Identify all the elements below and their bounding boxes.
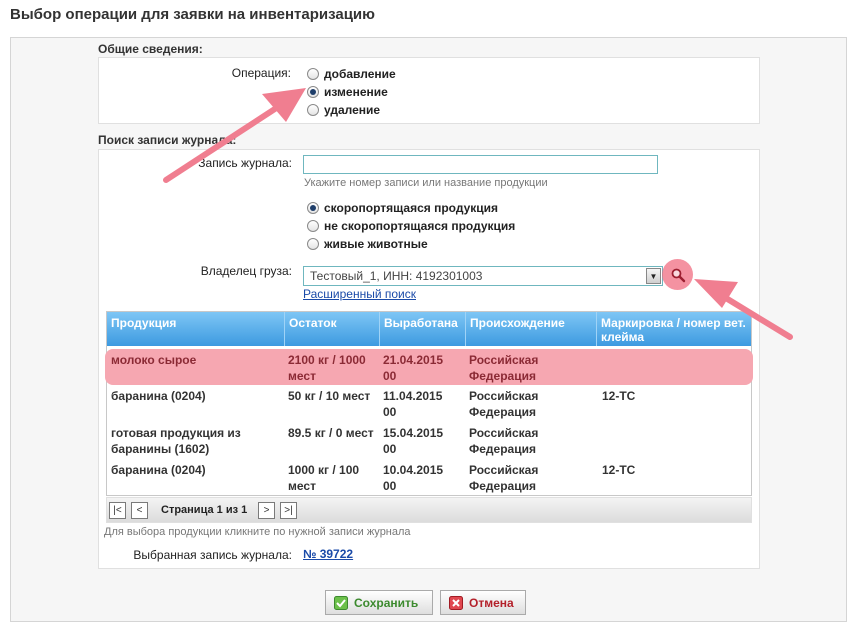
operation-delete-radio[interactable]: удаление [307,102,380,118]
cell-remainder: 50 кг / 10 мест [288,389,371,403]
cell-produced: 15.04.2015 00 [383,426,444,456]
x-icon [449,595,463,610]
cell-remainder: 89.5 кг / 0 мест [288,426,374,440]
operation-add-label: добавление [324,67,396,81]
owner-label: Владелец груза: [200,264,292,278]
table-row[interactable]: баранина (0204) 50 кг / 10 мест 11.04.20… [107,385,751,422]
col-produced[interactable]: Выработана [380,312,466,346]
magnifier-icon [671,268,685,282]
general-box [98,57,760,124]
col-marking[interactable]: Маркировка / номер вет. клейма [597,312,751,346]
cell-marking: 12-ТС [602,463,636,477]
radio-circle-checked[interactable] [307,202,319,214]
cell-product: молоко сырое [111,353,197,367]
cancel-button[interactable]: Отмена [440,590,526,615]
record-label: Запись журнала: [198,156,292,170]
selected-record-label: Выбранная запись журнала: [133,548,292,562]
perishable-label: скоропортящаяся продукция [324,201,499,215]
cell-product: баранина (0204) [111,463,206,477]
cell-origin: Российская Федерация [469,389,539,419]
last-page-button[interactable]: >| [280,502,297,519]
search-button[interactable] [662,259,693,290]
owner-select-value: Тестовый_1, ИНН: 4192301003 [310,269,483,283]
journal-grid: Продукция Остаток Выработана Происхожден… [105,311,753,496]
operation-label: Операция: [231,66,291,80]
cell-produced: 21.04.2015 00 [383,353,444,383]
record-input[interactable] [303,155,658,174]
record-hint: Укажите номер записи или название продук… [304,177,548,189]
operation-edit-label: изменение [324,85,388,99]
non-perishable-label: не скоропортящаяся продукция [324,219,516,233]
advanced-search-link[interactable]: Расширенный поиск [303,287,416,301]
first-page-button[interactable]: |< [109,502,126,519]
cell-product: готовая продукция из баранины (1602) [111,426,241,456]
table-row[interactable]: готовая продукция из баранины (1602) 89.… [107,422,751,459]
page-title: Выбор операции для заявки на инвентариза… [10,6,375,23]
cell-product: баранина (0204) [111,389,206,403]
non-perishable-radio[interactable]: не скоропортящаяся продукция [307,218,515,234]
radio-circle[interactable] [307,238,319,250]
cell-remainder: 1000 кг / 100 мест [288,463,360,493]
cell-origin: Российская Федерация [469,353,539,383]
radio-circle[interactable] [307,220,319,232]
save-button[interactable]: Сохранить [325,590,433,615]
selected-record-link[interactable]: № 39722 [303,547,353,561]
grid-hint: Для выбора продукции кликните по нужной … [104,526,411,538]
grid-pager: |< < Страница 1 из 1 > >| [106,497,752,523]
table-row-selected[interactable]: молоко сырое 2100 кг / 1000 мест 21.04.2… [105,349,753,385]
general-section-label: Общие сведения: [98,42,203,56]
cell-marking: 12-ТС [602,389,636,403]
owner-select[interactable]: Тестовый_1, ИНН: 4192301003 ▼ [303,266,663,286]
cell-origin: Российская Федерация [469,426,539,456]
cell-produced: 10.04.2015 00 [383,463,444,493]
operation-add-radio[interactable]: добавление [307,66,396,82]
live-animals-radio[interactable]: живые животные [307,236,428,252]
cancel-button-label: Отмена [469,595,514,610]
col-remainder[interactable]: Остаток [285,312,380,346]
save-button-label: Сохранить [354,595,419,610]
cell-remainder: 2100 кг / 1000 мест [288,353,366,383]
live-animals-label: живые животные [324,237,428,251]
check-icon [334,595,348,610]
grid-header: Продукция Остаток Выработана Происхожден… [107,312,751,346]
table-row[interactable]: баранина (0204) 1000 кг / 100 мест 10.04… [107,459,751,496]
operation-edit-radio[interactable]: изменение [307,84,388,100]
perishable-radio[interactable]: скоропортящаяся продукция [307,200,498,216]
prev-page-button[interactable]: < [131,502,148,519]
col-product[interactable]: Продукция [107,312,285,346]
search-section-label: Поиск записи журнала: [98,133,237,147]
next-page-button[interactable]: > [258,502,275,519]
radio-circle[interactable] [307,104,319,116]
radio-circle[interactable] [307,68,319,80]
operation-delete-label: удаление [324,103,381,117]
cell-produced: 11.04.2015 00 [383,389,443,419]
radio-circle-checked[interactable] [307,86,319,98]
col-origin[interactable]: Происхождение [466,312,597,346]
cell-origin: Российская Федерация [469,463,539,493]
page-indicator: Страница 1 из 1 [161,504,248,516]
triangle-down-icon[interactable]: ▼ [646,268,661,284]
